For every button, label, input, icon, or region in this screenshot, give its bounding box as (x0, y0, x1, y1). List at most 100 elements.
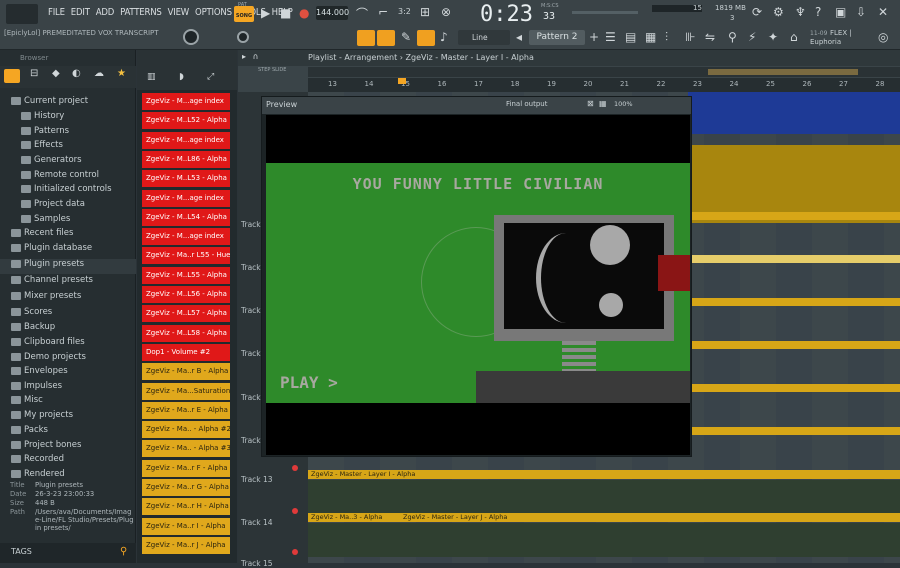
browser-item-generators[interactable]: Generators (0, 155, 136, 170)
browser-favorites-icon[interactable]: ★ (117, 68, 126, 79)
channel-button[interactable]: ZgeViz - Ma...Saturation (142, 382, 230, 400)
track-header[interactable]: Track 13 (241, 475, 273, 484)
zoom-level[interactable]: 100% (614, 100, 633, 108)
playhead-marker[interactable] (398, 78, 406, 84)
arrow-tool-button[interactable] (377, 30, 395, 46)
browser-item-current-project[interactable]: Current project (0, 96, 136, 111)
track-header[interactable]: Track (241, 263, 261, 272)
browser-item-project-data[interactable]: Project data (0, 199, 136, 214)
tuning-icon[interactable]: ♆ (795, 5, 806, 19)
track-header[interactable]: Track 15 (241, 559, 273, 568)
countdown-icon[interactable]: 3:2 (398, 7, 411, 16)
plugin-picker-icon[interactable]: ⊪ (685, 30, 695, 44)
audio-settings-icon[interactable]: ⟳ (752, 5, 762, 19)
channel-button[interactable]: ZgeViz - Ma..r H - Alpha (142, 498, 230, 516)
globe-icon[interactable]: ◎ (878, 30, 888, 44)
master-pitch-knob[interactable] (237, 31, 249, 43)
close-icon[interactable]: ✕ (878, 5, 888, 19)
browser-item-misc[interactable]: Misc (0, 395, 136, 410)
metronome-icon[interactable]: ⌒ (356, 5, 368, 22)
help-icon[interactable]: ? (815, 5, 821, 19)
lock-icon[interactable]: ⊠ (587, 99, 594, 108)
channel-button[interactable]: ZgeViz - M...age index (142, 189, 230, 207)
browser-item-project-bones[interactable]: Project bones (0, 440, 136, 455)
channel-button[interactable]: ZgeViz - M...age index (142, 131, 230, 149)
track-header[interactable]: Track (241, 306, 261, 315)
channel-rack-icon[interactable]: ▦ (645, 30, 656, 44)
menu-options[interactable]: OPTIONS (195, 7, 232, 18)
save-icon[interactable]: ▣ (835, 5, 846, 19)
tempo-display[interactable]: 144.000 (316, 6, 349, 20)
browser-icon[interactable]: ⇋ (705, 30, 715, 44)
browser-item-envelopes[interactable]: Envelopes (0, 366, 136, 381)
song-position-slider[interactable] (572, 11, 638, 14)
playlist-arrow-icon[interactable]: ▸ (242, 52, 246, 61)
menu-add[interactable]: ADD (96, 7, 115, 18)
settings-icon[interactable]: ⚙ (773, 5, 784, 19)
track-3-clip[interactable] (688, 212, 900, 220)
channel-button[interactable]: ZgeViz - M..L54 - Alpha (142, 208, 230, 226)
fl-logo-icon[interactable] (6, 4, 38, 24)
piano-roll-icon[interactable]: ▤ (625, 30, 636, 44)
channel-button[interactable]: ZgeViz - Ma..r G - Alpha (142, 479, 230, 496)
midi-icon[interactable]: ⚲ (728, 30, 737, 44)
browser-item-samples[interactable]: Samples (0, 214, 136, 229)
channel-button[interactable]: ZgeViz - Ma..r J - Alpha (142, 536, 230, 554)
shop-icon[interactable]: ⌂ (790, 30, 798, 44)
channel-button[interactable]: ZgeViz - Ma..r B - Alpha (142, 363, 230, 381)
menu-view[interactable]: VIEW (168, 7, 190, 18)
browser-all-tab[interactable] (4, 69, 20, 83)
pattern-selector[interactable]: Pattern 2 (529, 30, 585, 45)
track-header[interactable]: Track (241, 349, 261, 358)
pattern-prev-icon[interactable]: ◂ (516, 30, 522, 44)
track-13-clip[interactable]: ZgeViz - Master - Layer I - Alpha (308, 470, 900, 479)
browser-item-scores[interactable]: Scores (0, 307, 136, 322)
playlist-scrollbar[interactable] (308, 67, 900, 77)
song-time[interactable]: 0:23 (480, 2, 533, 27)
tags-bar[interactable]: TAGS ⚲ (0, 543, 136, 563)
track-8-clip[interactable] (688, 427, 900, 435)
browser-item-my-projects[interactable]: My projects (0, 410, 136, 425)
add-pattern-icon[interactable]: + (589, 30, 599, 44)
channel-button[interactable]: ZgeViz - Ma.. - Alpha #3 (142, 440, 230, 458)
stamp-icon[interactable]: ♪ (440, 30, 448, 44)
channel-button[interactable]: ZgeViz - Ma..r L55 - Hue (142, 247, 230, 265)
browser-item-packs[interactable]: Packs (0, 425, 136, 440)
browser-item-initialized-controls[interactable]: Initialized controls (0, 184, 136, 199)
menu-edit[interactable]: EDIT (71, 7, 90, 18)
slide-label[interactable]: SLIDE (272, 67, 286, 73)
browser-item-demo-projects[interactable]: Demo projects (0, 352, 136, 367)
track-mute-led[interactable] (292, 508, 298, 514)
draw-tool-icon[interactable]: ✎ (401, 30, 411, 44)
record-icon[interactable]: ● (299, 6, 309, 20)
browser-item-channel-presets[interactable]: Channel presets (0, 275, 136, 290)
browser-item-mixer-presets[interactable]: Mixer presets (0, 291, 136, 306)
channel-button[interactable]: ZgeViz - M..L52 - Alpha (142, 112, 230, 130)
channel-button[interactable]: ZgeViz - M...age index (142, 228, 230, 246)
browser-samples-icon[interactable]: ◆ (52, 68, 60, 79)
track-4-clip[interactable] (688, 255, 900, 263)
channel-button[interactable]: ZgeViz - M..L86 - Alpha (142, 150, 230, 168)
track-14-clip-b[interactable]: ZgeViz - Master - Layer J - Alpha (400, 513, 900, 522)
browser-plugins-icon[interactable]: ⊟ (30, 68, 38, 79)
browser-item-plugin-presets[interactable]: Plugin presets (0, 259, 136, 274)
channel-button[interactable]: ZgeViz - Ma.. - Alpha #2 (142, 421, 230, 439)
track-mute-led[interactable] (292, 549, 298, 555)
channel-button[interactable]: ZgeViz - M..L56 - Alpha (142, 286, 230, 303)
track-mute-led[interactable] (292, 465, 298, 471)
playlist-view-icon[interactable]: ☰ (605, 30, 616, 44)
mixer-icon[interactable]: ⫶ (665, 30, 668, 45)
browser-item-plugin-database[interactable]: Plugin database (0, 243, 136, 258)
browser-item-recorded[interactable]: Recorded (0, 454, 136, 469)
menu-patterns[interactable]: PATTERNS (120, 7, 162, 18)
browser-item-history[interactable]: History (0, 111, 136, 126)
browser-item-recent-files[interactable]: Recent files (0, 228, 136, 243)
track-header[interactable]: Track (241, 436, 261, 445)
browser-item-clipboard-files[interactable]: Clipboard files (0, 337, 136, 352)
channel-rack-menu-icon[interactable]: ▥ (147, 72, 156, 82)
snap-selector[interactable]: Line (458, 30, 510, 45)
track-7-clip[interactable] (688, 384, 900, 392)
track-header[interactable]: Track (241, 393, 261, 402)
browser-item-remote-control[interactable]: Remote control (0, 170, 136, 185)
menu-file[interactable]: FILE (48, 7, 65, 18)
